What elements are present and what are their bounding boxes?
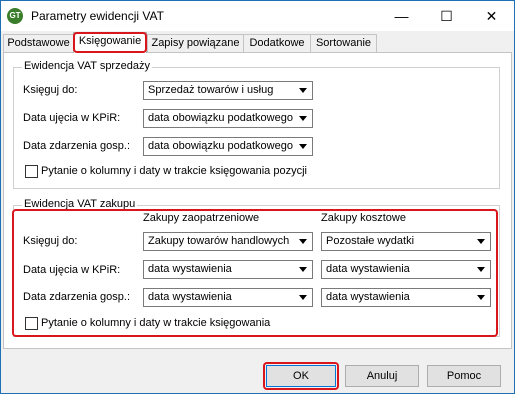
purchase-entry-supply-select[interactable]: data wystawienia — [143, 260, 313, 279]
tab-dodatkowe[interactable]: Dodatkowe — [243, 34, 311, 52]
minimize-icon[interactable]: — — [379, 1, 424, 31]
title-bar[interactable]: GT Parametry ewidencji VAT — ☐ ✕ — [1, 1, 514, 31]
sales-entry-select[interactable]: data obowiązku podatkowego — [143, 109, 313, 128]
sales-entry-label: Data ujęcia w KPiR: — [23, 112, 121, 124]
sales-event-select[interactable]: data obowiązku podatkowego — [143, 137, 313, 156]
purchase-book-cost-select[interactable]: Pozostałe wydatki — [321, 232, 491, 251]
app-icon: GT — [7, 8, 23, 24]
purchase-ask-checkbox[interactable] — [25, 317, 38, 330]
sales-ask-label[interactable]: Pytanie o kolumny i daty w trakcie księg… — [41, 165, 307, 177]
help-button[interactable]: Pomoc — [427, 365, 501, 387]
sales-group-title: Ewidencja VAT sprzedaży — [22, 60, 152, 72]
cancel-button[interactable]: Anuluj — [345, 365, 419, 387]
sales-event-label: Data zdarzenia gosp.: — [23, 140, 131, 152]
purchase-col-supply: Zakupy zaopatrzeniowe — [143, 212, 260, 224]
chevron-down-icon — [299, 144, 307, 149]
purchase-event-label: Data zdarzenia gosp.: — [23, 291, 131, 303]
chevron-down-icon — [477, 239, 485, 244]
tab-zapisy-powiazane[interactable]: Zapisy powiązane — [147, 34, 244, 52]
tab-sortowanie[interactable]: Sortowanie — [310, 34, 377, 52]
purchase-book-label: Księguj do: — [23, 235, 78, 247]
sales-ask-checkbox[interactable] — [25, 165, 38, 178]
chevron-down-icon — [299, 239, 307, 244]
maximize-icon[interactable]: ☐ — [424, 1, 469, 31]
chevron-down-icon — [299, 88, 307, 93]
dialog-window: GT Parametry ewidencji VAT — ☐ ✕ Ewidenc… — [0, 0, 515, 394]
purchase-entry-label: Data ujęcia w KPiR: — [23, 264, 121, 276]
chevron-down-icon — [299, 267, 307, 272]
purchase-ask-label[interactable]: Pytanie o kolumny i daty w trakcie księg… — [41, 317, 270, 329]
active-tab-highlight — [73, 32, 147, 53]
close-icon[interactable]: ✕ — [469, 1, 514, 31]
tab-panel-ksiegowanie: Ewidencja VAT sprzedaży Księguj do: Sprz… — [3, 52, 512, 349]
purchase-event-supply-select[interactable]: data wystawienia — [143, 288, 313, 307]
purchase-entry-cost-select[interactable]: data wystawienia — [321, 260, 491, 279]
chevron-down-icon — [477, 267, 485, 272]
purchase-col-cost: Zakupy kosztowe — [321, 212, 406, 224]
chevron-down-icon — [299, 295, 307, 300]
sales-book-select[interactable]: Sprzedaż towarów i usług — [143, 81, 313, 100]
purchase-event-cost-select[interactable]: data wystawienia — [321, 288, 491, 307]
chevron-down-icon — [477, 295, 485, 300]
chevron-down-icon — [299, 116, 307, 121]
tab-podstawowe[interactable]: Podstawowe — [3, 34, 74, 52]
purchase-book-supply-select[interactable]: Zakupy towarów handlowych — [143, 232, 313, 251]
sales-book-label: Księguj do: — [23, 84, 78, 96]
window-title: Parametry ewidencji VAT — [31, 9, 164, 23]
ok-button-highlight — [263, 362, 339, 390]
